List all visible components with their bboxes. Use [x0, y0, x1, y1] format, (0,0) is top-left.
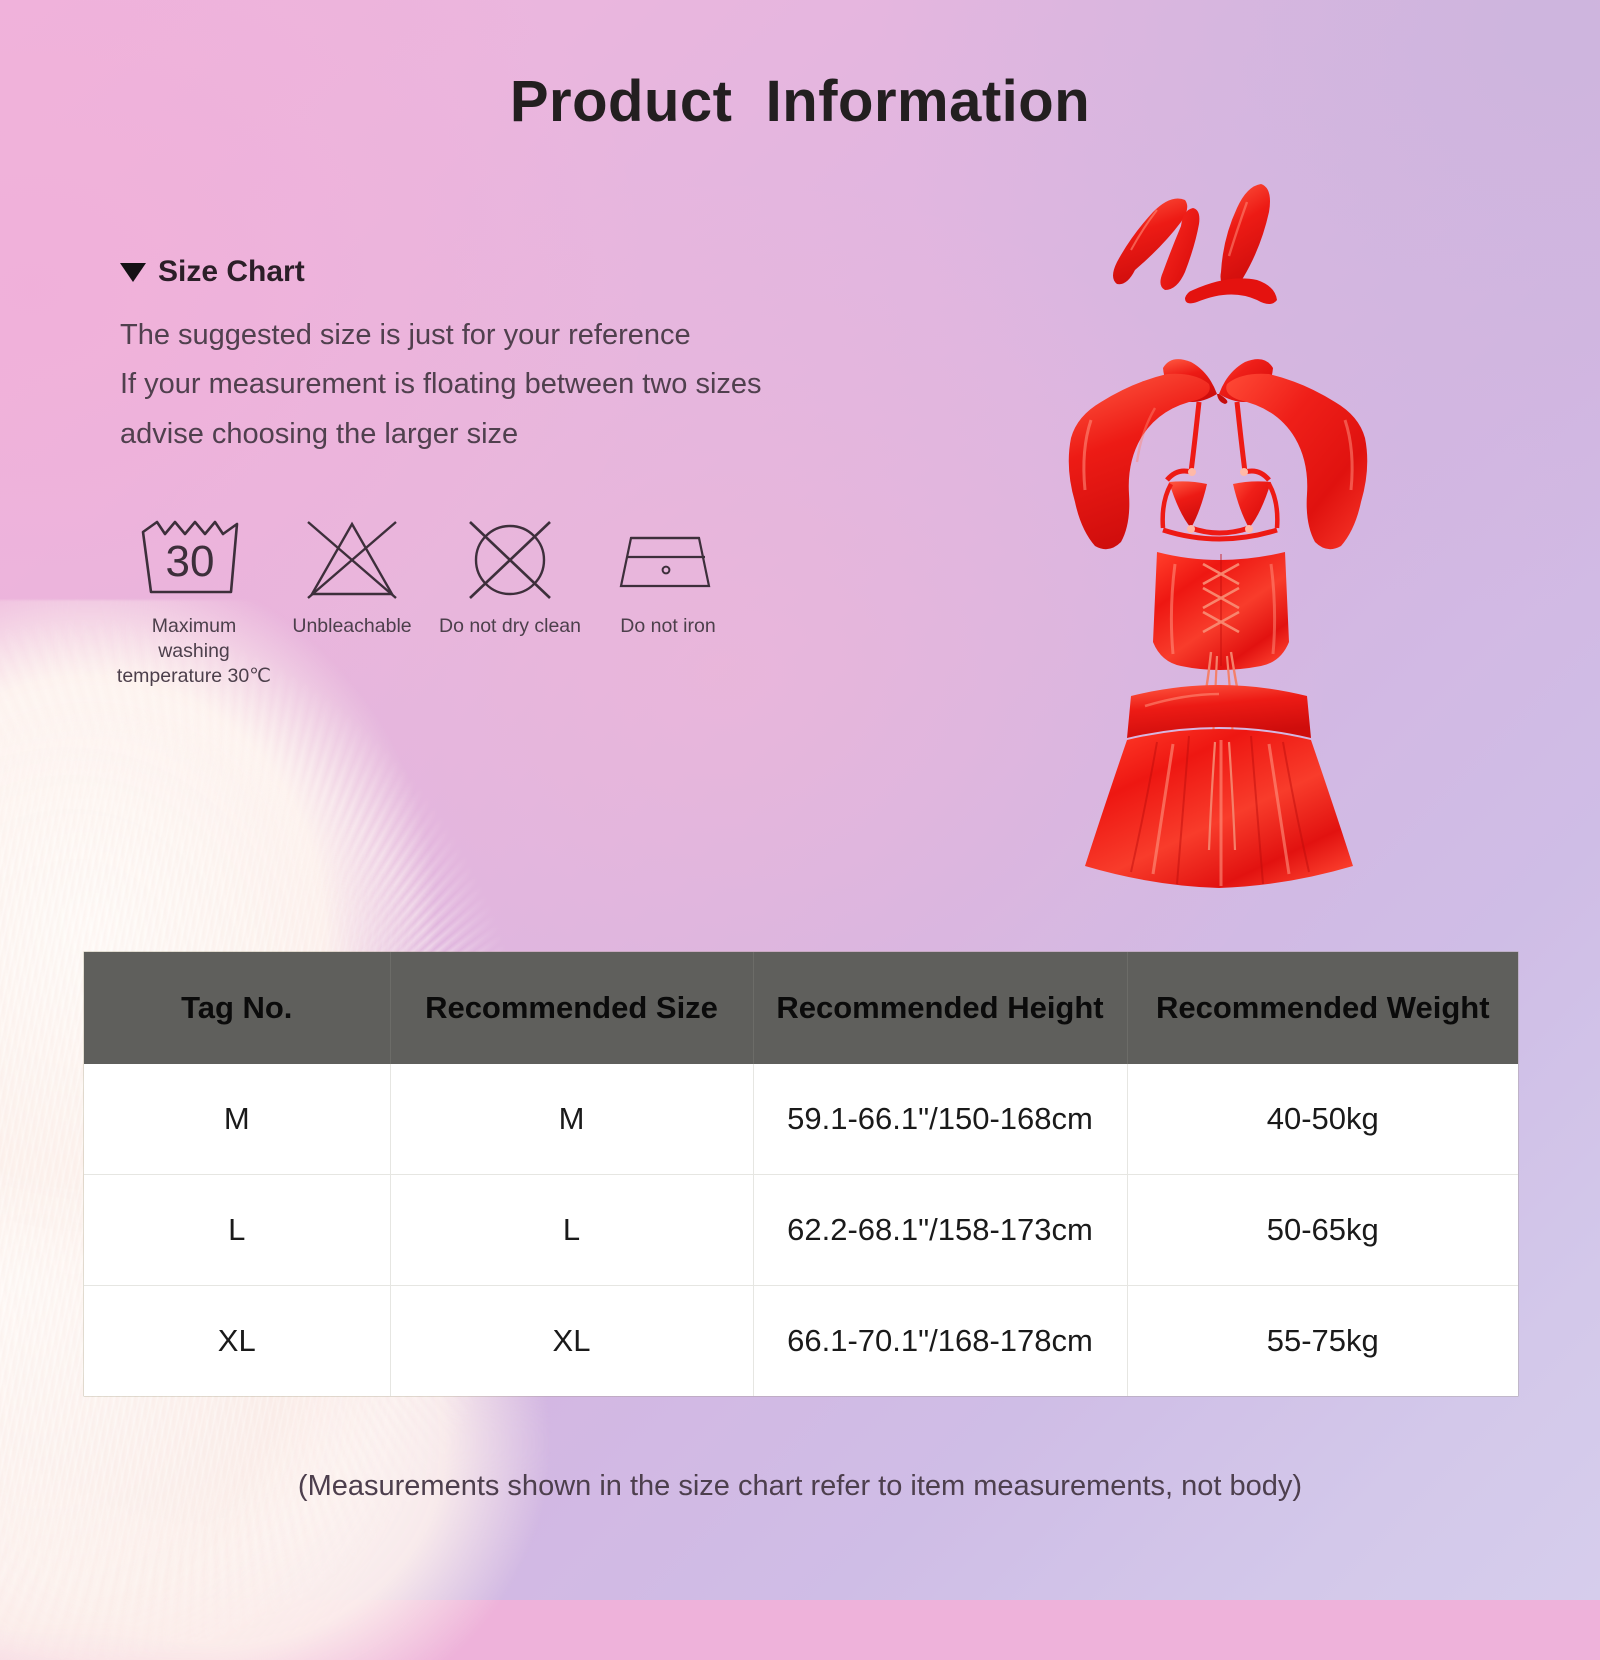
- cell-recommended-weight: 40-50kg: [1127, 1064, 1518, 1175]
- size-note-line: If your measurement is floating between …: [120, 368, 762, 401]
- cell-recommended-size: M: [390, 1064, 754, 1175]
- care-label-iron: Do not iron: [620, 615, 716, 637]
- svg-text:30: 30: [166, 537, 215, 586]
- size-chart-table: Tag No. Recommended Size Recommended Hei…: [84, 952, 1518, 1396]
- size-chart-heading-label: Size Chart: [158, 255, 305, 288]
- size-chart-heading: Size Chart: [120, 255, 880, 289]
- cell-recommended-height: 66.1-70.1"/168-178cm: [753, 1285, 1128, 1396]
- bunny-ear-headband: [1113, 184, 1277, 304]
- cell-tag-no: L: [84, 1174, 391, 1286]
- no-bleach-triangle-icon: [300, 512, 404, 608]
- care-label-wash: Maximum washing temperature 30℃: [116, 615, 272, 687]
- measurements-footnote: (Measurements shown in the size chart re…: [297, 1470, 1303, 1502]
- care-item-bleach: Unbleachable: [273, 512, 431, 639]
- pleated-mini-skirt: [1085, 685, 1353, 888]
- wash-tub-30-icon: 30: [135, 512, 253, 608]
- no-iron-icon: [613, 512, 723, 608]
- cell-recommended-height: 62.2-68.1"/158-173cm: [753, 1174, 1128, 1286]
- table-row: L L 62.2-68.1"/158-173cm 50-65kg: [84, 1174, 1518, 1286]
- care-label-dryclean: Do not dry clean: [439, 615, 581, 637]
- strappy-bralette: [1160, 401, 1280, 542]
- cell-recommended-size: XL: [390, 1285, 754, 1396]
- size-note-line: advise choosing the larger size: [120, 417, 519, 450]
- cell-tag-no: XL: [84, 1285, 391, 1396]
- care-item-iron: Do not iron: [589, 512, 747, 639]
- care-label-bleach: Unbleachable: [292, 615, 412, 637]
- page-title: Product Information: [509, 69, 1091, 134]
- table-row: XL XL 66.1-70.1"/168-178cm 55-75kg: [84, 1285, 1518, 1396]
- table-row: M M 59.1-66.1"/150-168cm 40-50kg: [84, 1064, 1518, 1175]
- column-header-tag-no: Tag No.: [84, 952, 391, 1064]
- cell-tag-no: M: [84, 1064, 391, 1175]
- cell-recommended-weight: 50-65kg: [1127, 1174, 1518, 1286]
- care-symbols-row: 30 Maximum washing temperature 30℃ Unble…: [115, 512, 747, 689]
- no-dry-clean-circle-icon: [458, 512, 562, 608]
- cell-recommended-height: 59.1-66.1"/150-168cm: [753, 1064, 1128, 1175]
- size-chart-section: Size Chart The suggested size is just fo…: [120, 255, 880, 459]
- size-note-line: The suggested size is just for your refe…: [120, 319, 691, 351]
- cell-recommended-weight: 55-75kg: [1127, 1285, 1518, 1396]
- care-item-wash: 30 Maximum washing temperature 30℃: [115, 512, 273, 689]
- red-vinyl-bunny-costume-photo: [985, 150, 1465, 890]
- table-header-row: Tag No. Recommended Size Recommended Hei…: [84, 952, 1518, 1064]
- column-header-recommended-weight: Recommended Weight: [1127, 952, 1518, 1064]
- collared-shrug-sleeves: [1068, 373, 1368, 550]
- column-header-recommended-height: Recommended Height: [753, 952, 1128, 1064]
- column-header-recommended-size: Recommended Size: [390, 952, 754, 1064]
- care-item-dryclean: Do not dry clean: [431, 512, 589, 639]
- triangle-down-icon: [120, 262, 146, 282]
- cell-recommended-size: L: [390, 1174, 754, 1286]
